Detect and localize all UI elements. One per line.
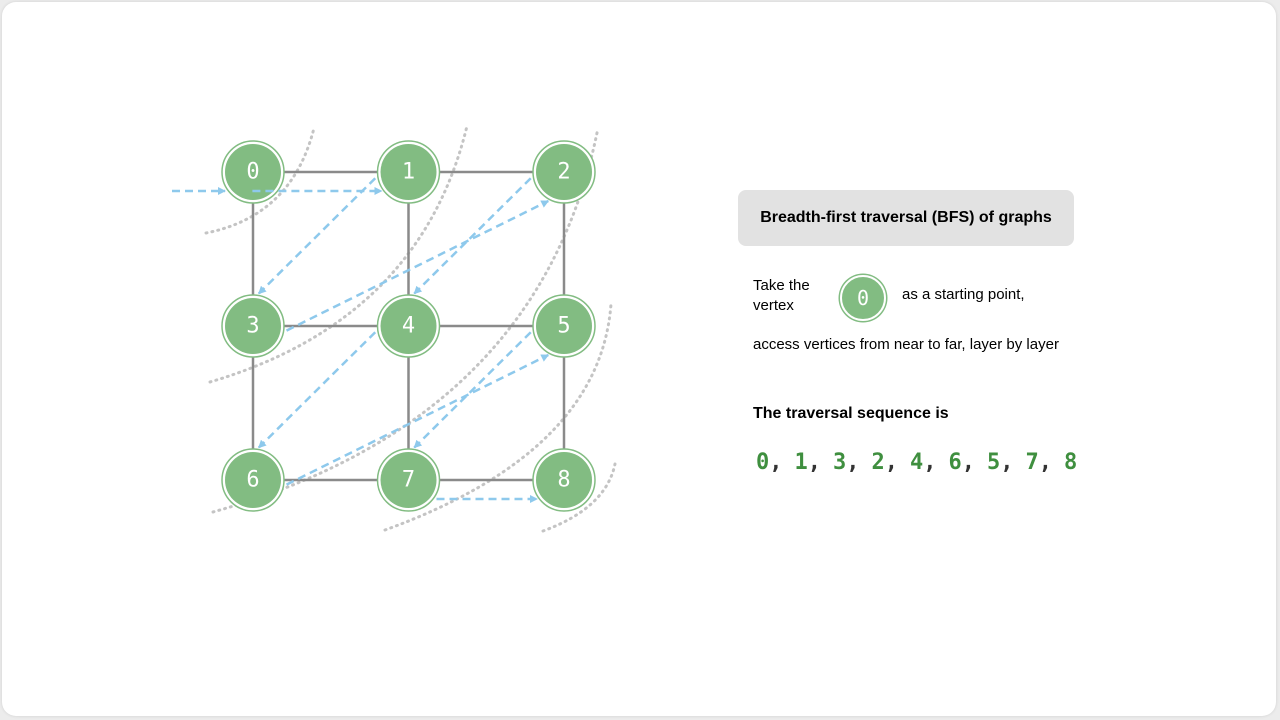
node-label: 5 (557, 314, 570, 339)
sequence-separator: , (961, 450, 975, 475)
description-prefix: Take the vertex (753, 277, 810, 314)
arrow-2-4 (413, 177, 532, 295)
node-label: 4 (402, 314, 415, 339)
node-label: 2 (557, 160, 570, 185)
traversal-sequence: 0,1,3,2,4,6,5,7,8 (756, 450, 1077, 475)
node-7: 7 (376, 448, 441, 512)
node-0: 0 (221, 140, 285, 204)
node-5: 5 (532, 294, 596, 358)
bfs-graph-diagram: 0 1 2 3 4 5 6 7 8 (172, 124, 617, 533)
sequence-item: 8 (1064, 450, 1078, 475)
sequence-separator: , (846, 450, 860, 475)
arrow-1-3 (257, 177, 377, 295)
arrow-5-7 (413, 331, 532, 449)
sequence-separator: , (769, 450, 783, 475)
graph-nodes: 0 1 2 3 4 5 6 7 8 (221, 140, 596, 512)
sequence-separator: , (923, 450, 937, 475)
node-6: 6 (221, 448, 285, 512)
node-8: 8 (532, 448, 596, 512)
node-3: 3 (221, 294, 285, 358)
sequence-item: 7 (1025, 450, 1039, 475)
node-label: 1 (402, 160, 415, 185)
arrow-4-6 (257, 331, 377, 449)
title-box: Breadth-first traversal (BFS) of graphs (738, 190, 1074, 246)
sequence-separator: , (1000, 450, 1014, 475)
node-label: 3 (246, 314, 259, 339)
description-suffix: as a starting point, (902, 286, 1025, 303)
sequence-item: 2 (871, 450, 885, 475)
sequence-separator: , (884, 450, 898, 475)
start-vertex-node: 0 (840, 275, 886, 321)
node-1: 1 (376, 140, 441, 204)
sequence-separator: , (807, 450, 821, 475)
sequence-item: 1 (794, 450, 808, 475)
sequence-title: The traversal sequence is (753, 405, 949, 422)
node-label: 6 (246, 468, 259, 493)
sequence-item: 5 (987, 450, 1001, 475)
node-4: 4 (376, 294, 441, 358)
sequence-separator: , (1038, 450, 1052, 475)
node-label: 8 (557, 468, 570, 493)
sequence-item: 0 (756, 450, 770, 475)
sequence-item: 3 (833, 450, 847, 475)
node-label: 7 (402, 468, 415, 493)
sequence-item: 6 (948, 450, 962, 475)
node-label: 0 (246, 160, 259, 185)
description-line2: access vertices from near to far, layer … (753, 336, 1059, 353)
node-2: 2 (532, 140, 596, 204)
sequence-item: 4 (910, 450, 924, 475)
